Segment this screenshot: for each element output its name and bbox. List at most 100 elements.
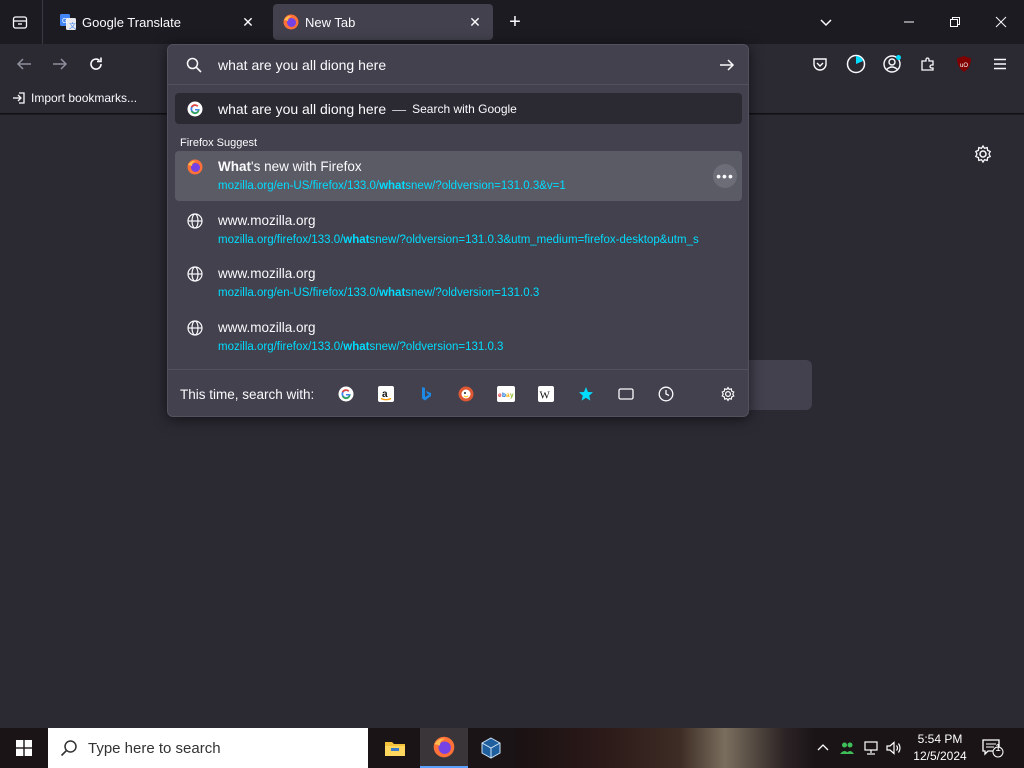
timer-extension-button[interactable] bbox=[844, 52, 868, 76]
ublock-origin-button[interactable]: uO bbox=[952, 52, 976, 76]
close-tab-button[interactable]: ✕ bbox=[467, 14, 483, 30]
suggestion-row[interactable]: www.mozilla.org mozilla.org/firefox/133.… bbox=[175, 205, 742, 255]
folder-icon bbox=[385, 742, 405, 756]
arrow-right-icon[interactable] bbox=[719, 57, 735, 73]
account-icon bbox=[883, 55, 901, 73]
extensions-button[interactable] bbox=[916, 52, 940, 76]
search-engine-bing-button[interactable] bbox=[416, 384, 436, 404]
tray-people-button[interactable] bbox=[836, 728, 858, 768]
search-engine-amazon-button[interactable]: a bbox=[376, 384, 396, 404]
star-icon bbox=[579, 387, 593, 401]
taskbar-search-box[interactable]: Type here to search bbox=[48, 728, 368, 768]
url-input[interactable] bbox=[218, 55, 698, 75]
search-bookmarks-button[interactable] bbox=[576, 384, 596, 404]
close-icon: ✕ bbox=[242, 13, 254, 30]
back-button[interactable] bbox=[12, 52, 36, 76]
tray-network-button[interactable] bbox=[860, 728, 882, 768]
svg-text:W: W bbox=[540, 390, 551, 402]
ublock-shield-icon: uO bbox=[957, 56, 971, 72]
search-engine-ebay-button[interactable]: ebay bbox=[496, 384, 516, 404]
tab-title: New Tab bbox=[305, 14, 356, 30]
svg-text:G: G bbox=[62, 18, 67, 25]
separator-dash: — bbox=[392, 100, 407, 117]
virtualbox-icon bbox=[481, 737, 501, 759]
suggestion-title: www.mozilla.org bbox=[218, 320, 316, 335]
search-with-google-result[interactable]: what are you all diong here — Search wit… bbox=[175, 93, 742, 124]
clock-date: 12/5/2024 bbox=[913, 749, 967, 763]
windows-logo-icon bbox=[16, 740, 32, 756]
amazon-icon: a bbox=[378, 386, 394, 402]
import-icon bbox=[13, 92, 25, 104]
search-settings-button[interactable] bbox=[718, 384, 738, 404]
tab-title: Google Translate bbox=[82, 14, 182, 30]
people-icon bbox=[840, 742, 854, 754]
suggestion-url: mozilla.org/firefox/133.0/whatsnew/?oldv… bbox=[218, 234, 699, 246]
divider bbox=[168, 369, 748, 370]
new-tab-button[interactable]: + bbox=[503, 10, 527, 34]
plus-icon: + bbox=[509, 10, 521, 33]
globe-icon bbox=[187, 320, 203, 336]
import-bookmarks-label: Import bookmarks... bbox=[31, 91, 138, 105]
search-tabs-button[interactable] bbox=[616, 384, 636, 404]
firefox-icon bbox=[187, 159, 203, 175]
forward-button[interactable] bbox=[48, 52, 72, 76]
firefox-icon bbox=[433, 736, 455, 758]
google-translate-icon: G文 bbox=[60, 14, 76, 30]
firefox-suggest-label: Firefox Suggest bbox=[180, 137, 258, 149]
close-tab-button[interactable]: ✕ bbox=[240, 14, 256, 30]
close-icon: ✕ bbox=[469, 13, 481, 30]
suggestion-row[interactable]: www.mozilla.org mozilla.org/en-US/firefo… bbox=[175, 258, 742, 308]
firefox-view-button[interactable] bbox=[8, 10, 32, 34]
suggestion-title: www.mozilla.org bbox=[218, 266, 316, 281]
network-icon bbox=[864, 741, 878, 755]
reload-button[interactable] bbox=[84, 52, 108, 76]
taskbar-virtualbox[interactable] bbox=[467, 728, 515, 768]
google-icon bbox=[187, 101, 203, 116]
suggestion-row[interactable]: www.mozilla.org mozilla.org/firefox/133.… bbox=[175, 312, 742, 362]
taskbar-wallpaper bbox=[515, 728, 815, 768]
search-action-label: Search with Google bbox=[412, 101, 517, 116]
firefox-icon bbox=[283, 14, 299, 30]
clock-icon bbox=[658, 386, 674, 402]
suggestion-url: mozilla.org/en-US/firefox/133.0/whatsnew… bbox=[218, 180, 566, 192]
tab-google-translate[interactable]: G文 Google Translate ✕ bbox=[50, 4, 266, 40]
search-engine-duckduckgo-button[interactable] bbox=[456, 384, 476, 404]
hamburger-menu-icon bbox=[994, 58, 1006, 70]
suggestion-url: mozilla.org/en-US/firefox/133.0/whatsnew… bbox=[218, 287, 540, 299]
search-engine-google-button[interactable] bbox=[336, 384, 356, 404]
pocket-button[interactable] bbox=[808, 52, 832, 76]
start-button[interactable] bbox=[0, 728, 48, 768]
taskbar-clock[interactable]: 5:54 PM 12/5/2024 bbox=[905, 731, 975, 765]
show-hidden-icons-button[interactable] bbox=[812, 728, 834, 768]
personalize-button[interactable] bbox=[973, 144, 993, 164]
ebay-icon: ebay bbox=[497, 386, 515, 402]
app-menu-button[interactable] bbox=[988, 52, 1012, 76]
suggestion-url: mozilla.org/firefox/133.0/whatsnew/?oldv… bbox=[218, 341, 504, 353]
suggestion-title: www.mozilla.org bbox=[218, 213, 316, 228]
close-window-button[interactable] bbox=[989, 10, 1013, 34]
bing-icon bbox=[422, 387, 431, 401]
restore-button[interactable] bbox=[943, 10, 967, 34]
svg-text:a: a bbox=[382, 389, 388, 400]
taskbar-firefox[interactable] bbox=[420, 728, 468, 768]
tab-new-tab[interactable]: New Tab ✕ bbox=[273, 4, 493, 40]
chevron-up-icon bbox=[817, 744, 829, 751]
duckduckgo-icon bbox=[458, 386, 474, 402]
taskbar-file-explorer[interactable] bbox=[371, 728, 419, 768]
action-center-button[interactable]: 1 bbox=[980, 728, 1006, 768]
search-history-button[interactable] bbox=[656, 384, 676, 404]
account-button[interactable] bbox=[880, 52, 904, 76]
search-engine-wikipedia-button[interactable]: W bbox=[536, 384, 556, 404]
suggestion-row[interactable]: What's new with Firefox mozilla.org/en-U… bbox=[175, 151, 742, 201]
search-icon bbox=[186, 57, 202, 73]
minimize-button[interactable] bbox=[897, 10, 921, 34]
result-menu-button[interactable]: ••• bbox=[713, 164, 737, 188]
svg-text:uO: uO bbox=[960, 63, 968, 69]
list-all-tabs-button[interactable] bbox=[814, 10, 838, 34]
timer-icon bbox=[846, 54, 866, 74]
import-bookmarks-button[interactable]: Import bookmarks... bbox=[12, 91, 137, 105]
urlbar-dropdown: what are you all diong here — Search wit… bbox=[167, 44, 749, 417]
clock-time: 5:54 PM bbox=[917, 732, 963, 746]
page-search-box bbox=[740, 360, 812, 410]
tray-volume-button[interactable] bbox=[883, 728, 905, 768]
